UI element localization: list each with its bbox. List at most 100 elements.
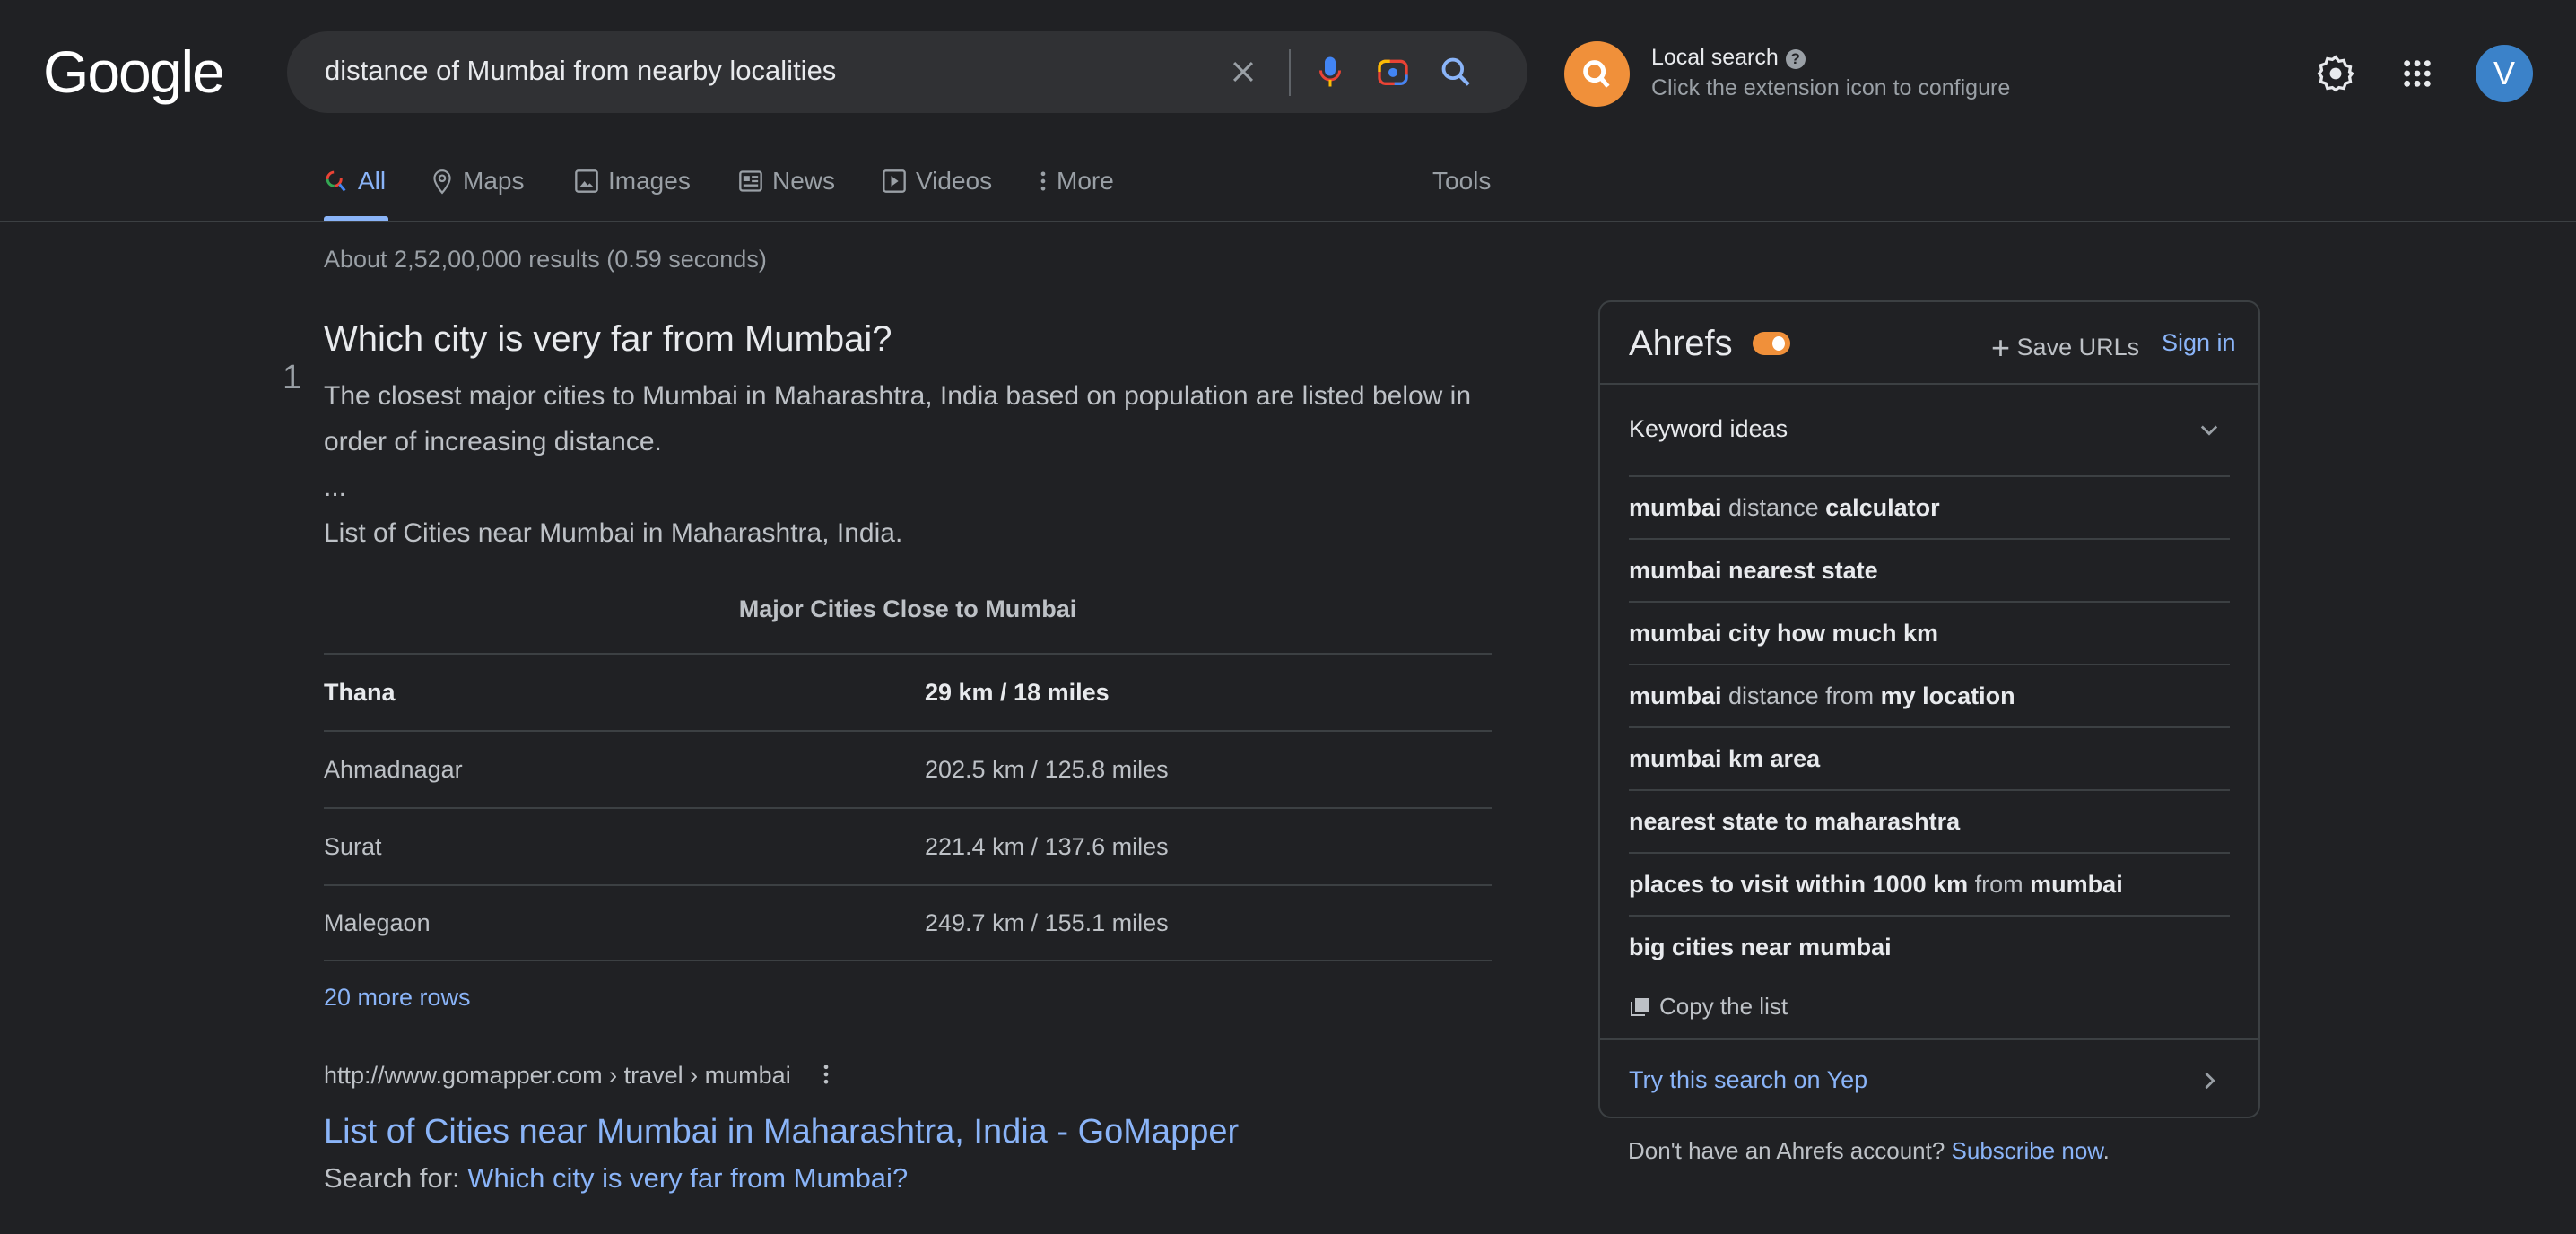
- ahrefs-title: Ahrefs: [1629, 324, 1733, 363]
- chevron-right-icon[interactable]: [2197, 1068, 2222, 1098]
- keyword-idea-item[interactable]: mumbai distance from my location: [1629, 664, 2230, 726]
- header-divider: [0, 221, 2576, 222]
- more-options-icon[interactable]: [822, 1062, 830, 1087]
- search-icon[interactable]: [1435, 51, 1476, 92]
- city-cell: Ahmadnagar: [324, 755, 463, 783]
- news-icon: [739, 170, 762, 192]
- search-for: Search for: Which city is very far from …: [324, 1162, 908, 1195]
- copy-list-button[interactable]: Copy the list: [1629, 993, 1788, 1021]
- keyword-idea-item[interactable]: mumbai nearest state: [1629, 538, 2230, 601]
- help-icon[interactable]: ?: [1785, 49, 1806, 69]
- search-for-link[interactable]: Which city is very far from Mumbai?: [467, 1162, 908, 1194]
- microphone-icon[interactable]: [1310, 51, 1351, 92]
- local-search-title-text: Local search: [1651, 45, 1779, 70]
- keyword-idea-item[interactable]: big cities near mumbai: [1629, 915, 2230, 978]
- save-urls-button[interactable]: + Save URLs: [1991, 329, 2139, 367]
- result-url[interactable]: http://www.gomapper.com › travel › mumba…: [324, 1062, 830, 1090]
- table-row: Malegaon 249.7 km / 155.1 miles: [324, 884, 1492, 961]
- result-url-text[interactable]: http://www.gomapper.com › travel › mumba…: [324, 1062, 791, 1089]
- ahrefs-footer: Don't have an Ahrefs account? Subscribe …: [1628, 1137, 2110, 1165]
- footer-text: Don't have an Ahrefs account?: [1628, 1137, 1945, 1164]
- keyword-text: from: [1968, 870, 2031, 898]
- tab-more-label: More: [1057, 167, 1114, 195]
- tab-more[interactable]: More: [1039, 167, 1114, 196]
- tab-all-label: All: [358, 167, 387, 195]
- tab-images-label: Images: [608, 167, 691, 195]
- tab-news-label: News: [772, 167, 836, 195]
- tools-button[interactable]: Tools: [1432, 167, 1491, 196]
- plus-icon: +: [1991, 329, 2011, 366]
- settings-gear-icon[interactable]: [2316, 54, 2355, 98]
- snippet-body: The closest major cities to Mumbai in Ma…: [324, 373, 1499, 556]
- more-vert-icon: [1040, 171, 1046, 191]
- tab-maps-label: Maps: [463, 167, 525, 195]
- distance-cell: 249.7 km / 155.1 miles: [925, 908, 1169, 936]
- cities-table: Thana 29 km / 18 miles Ahmadnagar 202.5 km…: [324, 653, 1492, 961]
- play-icon: [883, 169, 906, 193]
- keyword-text: mumbai: [1629, 682, 1722, 709]
- keyword-text: mumbai: [1629, 493, 1722, 521]
- tab-news[interactable]: News: [738, 167, 835, 196]
- avatar[interactable]: V: [2476, 45, 2533, 102]
- keyword-text: mumbai km area: [1629, 744, 1821, 772]
- ahrefs-panel: Ahrefs + Save URLs Sign in Keyword ideas…: [1598, 300, 2260, 1118]
- keyword-text: mumbai nearest state: [1629, 556, 1878, 584]
- sign-in-link[interactable]: Sign in: [2162, 329, 2236, 357]
- keyword-text: my location: [1880, 682, 2015, 709]
- keyword-list: mumbai distance calculator mumbai nearest…: [1629, 475, 2230, 978]
- result-title-link[interactable]: List of Cities near Mumbai in Maharashtr…: [324, 1113, 1239, 1151]
- chevron-down-icon[interactable]: [2197, 417, 2222, 447]
- ahrefs-toggle[interactable]: [1753, 332, 1790, 355]
- clear-icon[interactable]: [1223, 51, 1264, 92]
- tab-images[interactable]: Images: [574, 167, 691, 196]
- table-row: Surat 221.4 km / 137.6 miles: [324, 807, 1492, 884]
- snippet-list-title: List of Cities near Mumbai in Maharashtr…: [324, 518, 903, 548]
- subscribe-link[interactable]: Subscribe now: [1952, 1137, 2103, 1164]
- table-caption: Major Cities Close to Mumbai: [738, 595, 1077, 622]
- keyword-text: calculator: [1825, 493, 1940, 521]
- search-input[interactable]: distance of Mumbai from nearby localitie…: [325, 55, 836, 87]
- camera-lens-icon[interactable]: [1372, 51, 1414, 92]
- yep-search-link[interactable]: Try this search on Yep: [1629, 1066, 1867, 1094]
- footer-end: .: [2102, 1137, 2110, 1164]
- google-logo[interactable]: Google: [43, 38, 225, 106]
- save-urls-label: Save URLs: [2016, 334, 2140, 361]
- tab-videos-label: Videos: [916, 167, 993, 195]
- snippet-number: 1: [283, 359, 302, 396]
- local-search-subtitle: Click the extension icon to configure: [1651, 75, 2011, 100]
- search-icon: [326, 170, 346, 192]
- distance-cell: 29 km / 18 miles: [925, 678, 1110, 706]
- keyword-text: distance: [1721, 493, 1826, 521]
- table-row: Thana 29 km / 18 miles: [324, 653, 1492, 730]
- keyword-idea-item[interactable]: mumbai city how much km: [1629, 601, 2230, 664]
- map-pin-icon: [433, 169, 451, 195]
- city-cell: Thana: [324, 678, 396, 706]
- local-search-extension-icon[interactable]: [1564, 41, 1630, 107]
- keyword-text: mumbai city how much km: [1629, 619, 1939, 647]
- apps-grid-icon[interactable]: [2402, 58, 2432, 93]
- snippet-question: Which city is very far from Mumbai?: [324, 319, 892, 359]
- keyword-idea-item[interactable]: mumbai km area: [1629, 726, 2230, 789]
- distance-cell: 202.5 km / 125.8 miles: [925, 755, 1169, 783]
- tab-all[interactable]: All: [324, 167, 386, 196]
- divider: [1600, 1038, 2258, 1040]
- keyword-ideas-header[interactable]: Keyword ideas: [1629, 415, 1788, 443]
- snippet-ellipsis: ...: [324, 473, 347, 502]
- results-count: About 2,52,00,000 results (0.59 seconds): [324, 246, 767, 273]
- keyword-idea-item[interactable]: places to visit within 1000 km from mumb…: [1629, 852, 2230, 915]
- copy-icon: [1631, 997, 1649, 1016]
- keyword-idea-item[interactable]: mumbai distance calculator: [1629, 475, 2230, 538]
- tab-maps[interactable]: Maps: [431, 167, 524, 196]
- snippet-paragraph: The closest major cities to Mumbai in Ma…: [324, 381, 1472, 456]
- tab-videos[interactable]: Videos: [882, 167, 992, 196]
- search-for-label: Search for:: [324, 1162, 460, 1194]
- more-rows-link[interactable]: 20 more rows: [324, 984, 471, 1012]
- table-row: Ahmadnagar 202.5 km / 125.8 miles: [324, 730, 1492, 807]
- search-box[interactable]: distance of Mumbai from nearby localitie…: [287, 31, 1527, 113]
- keyword-idea-item[interactable]: nearest state to maharashtra: [1629, 789, 2230, 852]
- local-search-title: Local search?: [1651, 45, 1806, 71]
- keyword-text: places to visit within 1000 km: [1629, 870, 1969, 898]
- divider: [1600, 383, 2258, 385]
- keyword-text: big cities near mumbai: [1629, 933, 1892, 960]
- divider: [1289, 49, 1291, 96]
